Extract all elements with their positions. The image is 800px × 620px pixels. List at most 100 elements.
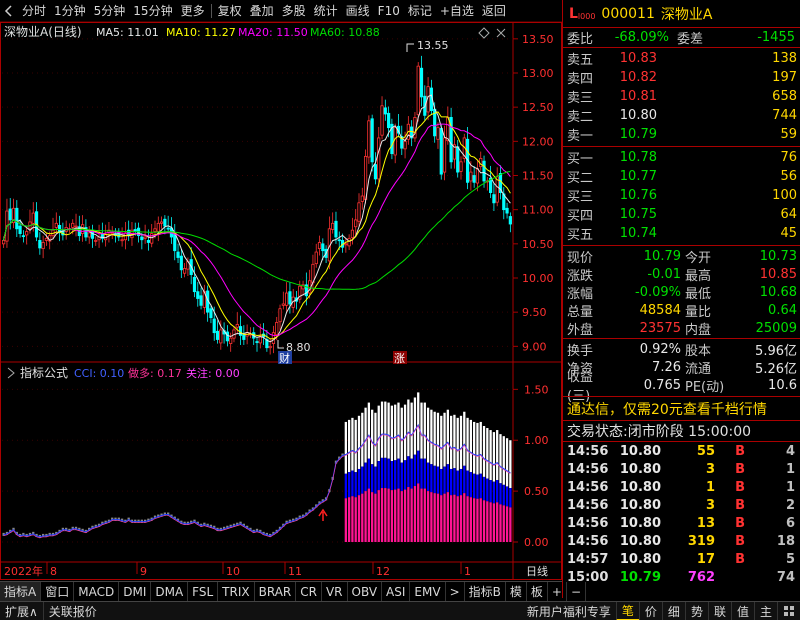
indicator-tab[interactable]: > [446, 581, 465, 602]
toolbar-item-mark[interactable]: 标记 [404, 2, 436, 19]
bid-row[interactable]: 买四 10.75 64 [563, 205, 800, 224]
candle-body [54, 222, 58, 228]
indicator-title[interactable]: 指标公式 [20, 365, 68, 380]
candlestick-series[interactable] [2, 55, 512, 355]
indicator-bar-white [479, 421, 482, 474]
toolbar-item-statistics[interactable]: 统计 [310, 2, 342, 19]
close-icon[interactable] [496, 28, 506, 38]
indicator-bar-pink [486, 501, 489, 542]
zuoduo-legend: 做多: 0.17 [128, 366, 182, 380]
indicator-bars [2, 392, 512, 542]
bid-row[interactable]: 买二 10.77 56 [563, 167, 800, 186]
indicator-tabs: 指标A 窗口 MACD DMI DMA FSL TRIX BRAR CR VR OBV ASI EMV >… [0, 581, 587, 602]
tick-row[interactable]: 14:57 10.80 17 B 5 [563, 550, 800, 568]
tab-trades[interactable]: 笔 [615, 601, 639, 620]
indicator-bar-pink [479, 498, 482, 542]
bid-row[interactable]: 买一 10.78 76 [563, 148, 800, 167]
candle-body [212, 318, 216, 334]
indicator-tab[interactable]: DMI [119, 581, 152, 602]
weibi-row: 委比 -68.09% 委差 -1455 [567, 29, 795, 47]
candle-body [505, 207, 509, 214]
ask-row[interactable]: 卖五 10.83 138 [563, 49, 800, 68]
fundamental-row: 收益(三) 0.765 PE(动) 10.6 [567, 370, 797, 404]
ask-row[interactable]: 卖四 10.82 197 [563, 68, 800, 87]
tab-value[interactable]: 值 [730, 601, 754, 620]
ma5-legend: MA5: 11.01 [96, 26, 159, 39]
indicator-tab[interactable]: BRAR [255, 581, 297, 602]
ask-row[interactable]: 卖二 10.80 744 [563, 106, 800, 125]
indicator-tab[interactable]: MACD [74, 581, 120, 602]
bid-volume: 64 [780, 206, 797, 222]
bid-row[interactable]: 买三 10.76 100 [563, 186, 800, 205]
indicator-tab[interactable]: 板 [527, 581, 548, 602]
grid-icon[interactable] [777, 601, 800, 620]
tab-main[interactable]: 主 [753, 601, 777, 620]
related-quotes-button[interactable]: 关联报价 [42, 601, 102, 620]
toolbar-item-draw-line[interactable]: 画线 [342, 2, 374, 19]
expand-button[interactable]: 扩展∧ [0, 602, 43, 620]
toolbar-item-add-watchlist[interactable]: +自选 [436, 2, 478, 19]
ask-volume: 138 [772, 50, 797, 66]
indicator-tab[interactable]: ASI [382, 581, 411, 602]
kline-chart[interactable]: 13.5013.0012.5012.0011.5011.0010.5010.00… [0, 22, 562, 581]
toolbar-item-more[interactable]: 更多 [177, 2, 209, 19]
candle-body [87, 232, 91, 238]
tab-price[interactable]: 价 [638, 601, 662, 620]
tick-row[interactable]: 14:56 10.80 13 B 6 [563, 514, 800, 532]
indicator-bar-pink [466, 496, 469, 542]
tick-row[interactable]: 14:56 10.80 1 B 1 [563, 478, 800, 496]
toolbar-item-restore-rights[interactable]: 复权 [214, 2, 246, 19]
tab-detail[interactable]: 细 [661, 601, 685, 620]
diamond-icon[interactable] [478, 27, 490, 39]
candle-body [57, 224, 62, 232]
cci-legend: CCI: 0.10 [74, 367, 124, 380]
toolbar-item-1min[interactable]: 1分钟 [50, 2, 90, 19]
candle-body [176, 251, 180, 258]
indicator-tab[interactable]: 指标A [0, 581, 42, 602]
indicator-tab[interactable]: DMA [151, 581, 189, 602]
back-arrow-icon[interactable] [0, 2, 18, 20]
ask-volume: 197 [772, 69, 797, 85]
toolbar-item-intraday[interactable]: 分时 [18, 2, 50, 19]
price-tick: 12.00 [522, 135, 554, 148]
tab-trend[interactable]: 势 [684, 601, 708, 620]
indicator-tab[interactable]: 指标B [465, 581, 506, 602]
tick-row[interactable]: 14:56 10.80 55 B 4 [563, 442, 800, 460]
bid-row[interactable]: 买五 10.74 45 [563, 224, 800, 243]
indicator-arrow-icon[interactable] [7, 367, 15, 379]
indicator-bar-blue [473, 473, 476, 499]
toolbar-item-f10[interactable]: F10 [374, 4, 404, 18]
tick-row[interactable]: 14:56 10.80 3 B 1 [563, 460, 800, 478]
indicator-bar-pink [364, 491, 367, 542]
indicator-tab[interactable]: CR [296, 581, 322, 602]
indicator-bar-white [364, 407, 367, 463]
toolbar-item-15min[interactable]: 15分钟 [129, 2, 176, 19]
indicator-bar-blue [413, 454, 417, 487]
indicator-tab[interactable]: 窗口 [41, 581, 75, 602]
new-user-promo[interactable]: 新用户福利专享 [522, 602, 616, 620]
earnings-badge[interactable]: 财 [278, 351, 292, 365]
indicator-tab[interactable]: TRIX [218, 581, 255, 602]
toolbar-item-overlay[interactable]: 叠加 [246, 2, 278, 19]
indicator-tab[interactable]: OBV [348, 581, 383, 602]
indicator-bar-white [357, 415, 361, 469]
indicator-tab[interactable]: 模 [506, 581, 527, 602]
ask-row[interactable]: 卖三 10.81 658 [563, 87, 800, 106]
indicator-bar-pink [397, 488, 400, 542]
ask-row[interactable]: 卖一 10.79 59 [563, 125, 800, 144]
ask-price: 10.82 [619, 69, 657, 85]
tick-row[interactable]: 15:00 10.79 762 74 [563, 568, 800, 586]
indicator-tab[interactable]: VR [322, 581, 348, 602]
indicator-tab[interactable]: FSL [188, 581, 219, 602]
indicator-tab[interactable]: EMV [410, 581, 446, 602]
candle-body [337, 239, 341, 242]
tab-related[interactable]: 联 [707, 601, 731, 620]
tick-row[interactable]: 14:56 10.80 3 B 2 [563, 496, 800, 514]
promo-text[interactable]: 通达信，仅需20元查看千档行情 [563, 398, 800, 420]
toolbar-item-multi-stock[interactable]: 多股 [278, 2, 310, 19]
toolbar-item-return[interactable]: 返回 [478, 2, 510, 19]
indicator-bar-white [371, 409, 374, 465]
tick-row[interactable]: 14:56 10.80 319 B 18 [563, 532, 800, 550]
toolbar-item-5min[interactable]: 5分钟 [90, 2, 130, 19]
limit-up-badge[interactable]: 涨 [393, 351, 407, 365]
